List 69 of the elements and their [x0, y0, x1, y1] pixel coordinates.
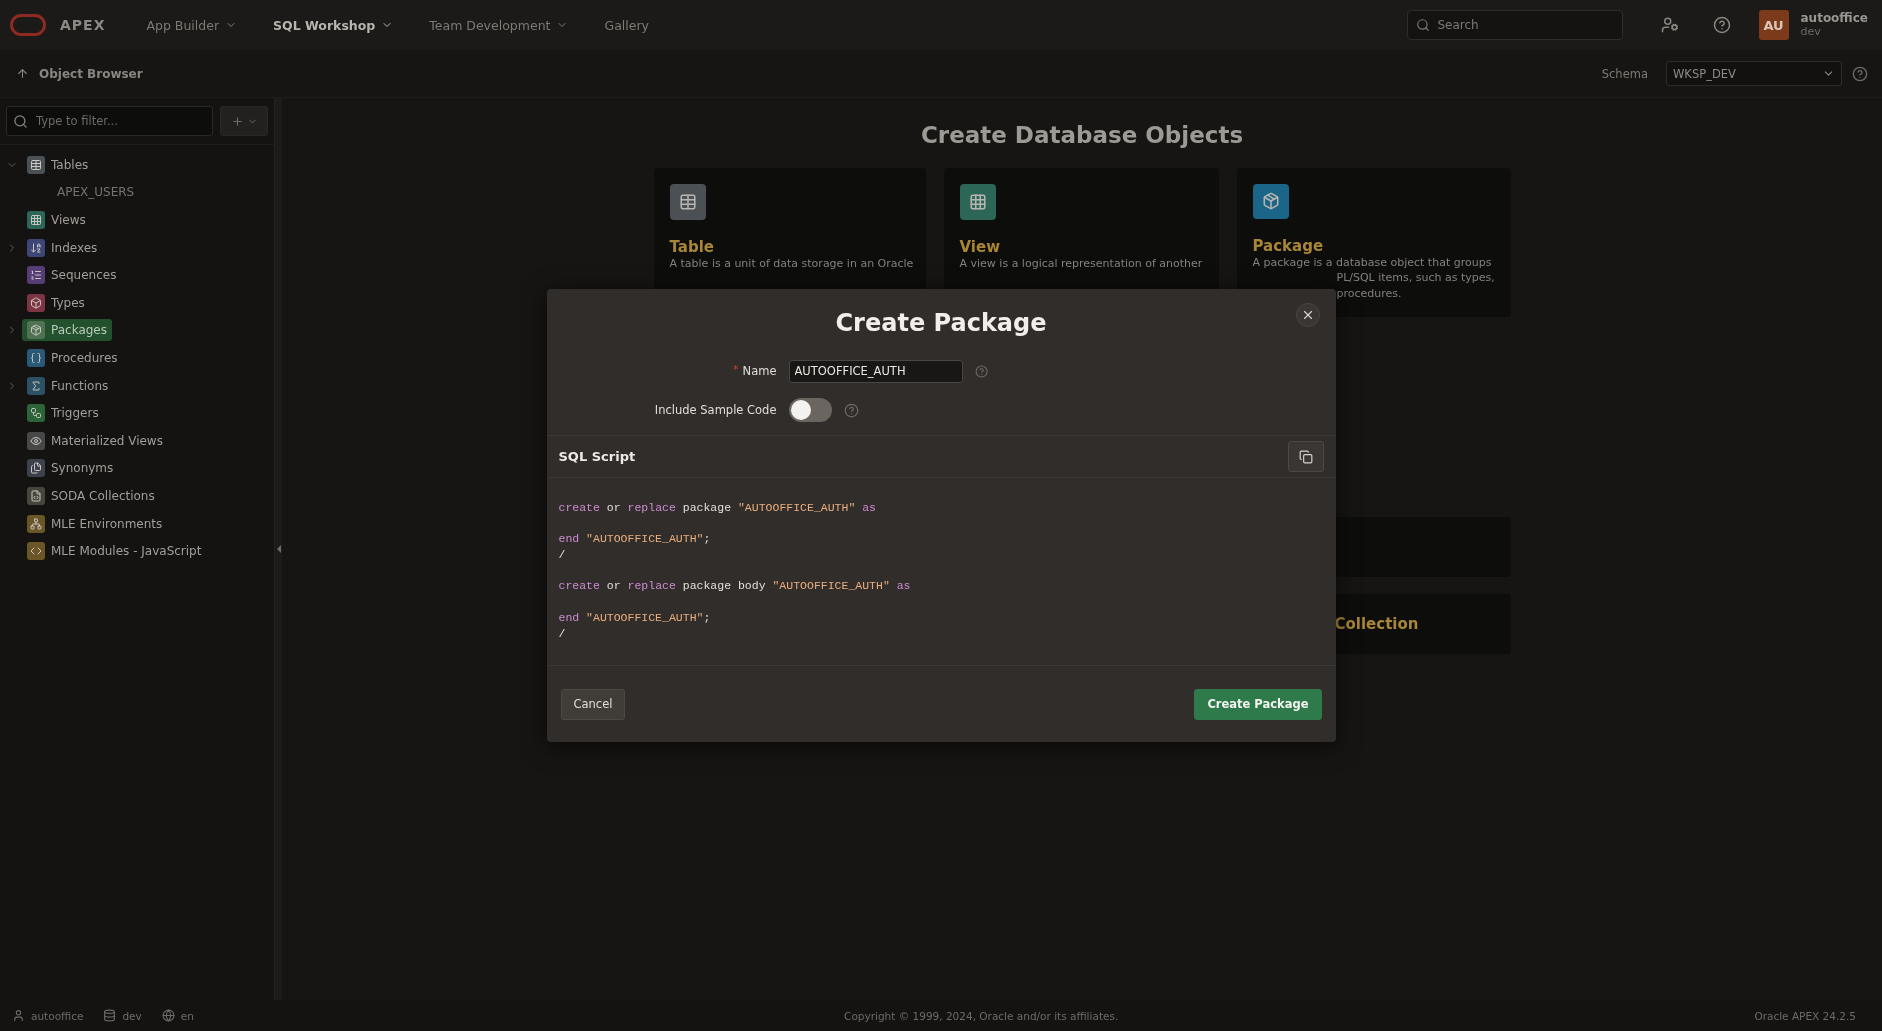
nav-menu[interactable]: Gallery — [589, 17, 664, 33]
database-icon — [103, 1009, 117, 1022]
tree-item[interactable]: Synonyms — [22, 457, 119, 480]
user-avatar[interactable]: AU — [1758, 10, 1789, 40]
card-description: A view is a logical representation of another — [959, 256, 1203, 272]
main-title: Create Database Objects — [920, 122, 1244, 148]
card-title: View — [959, 238, 1002, 256]
footer-language[interactable]: en — [180, 1009, 194, 1022]
card-description: A package is a database object that groups — [1252, 254, 1492, 270]
tree-item[interactable]: Functions — [22, 374, 114, 397]
plus-icon — [230, 114, 244, 128]
page-title: Object Browser — [39, 66, 143, 81]
card-description: procedures. — [1336, 285, 1402, 301]
footer-user: autooffice — [31, 1009, 84, 1022]
tree-item[interactable]: Sequences — [22, 264, 122, 287]
filter-field[interactable]: Type to filter... — [6, 106, 213, 136]
tree-item[interactable]: Views — [22, 209, 91, 231]
card-description: A table is a unit of data storage in an Oracle — [669, 256, 914, 272]
filter-input[interactable]: Type to filter... — [34, 113, 184, 129]
copy-button[interactable] — [1287, 441, 1324, 472]
tree-item[interactable]: MLE Environments — [22, 512, 168, 535]
nav-menu[interactable]: App Builder — [131, 17, 253, 33]
user-name: autooffice — [1800, 11, 1868, 26]
toggle-switch[interactable] — [788, 398, 832, 422]
section-title: SQL Script — [558, 449, 636, 464]
tree-item[interactable]: Indexes — [22, 236, 103, 259]
copyright-text: Copyright © 1999, 2024, Oracle and/or its affiliates. — [844, 1009, 1119, 1022]
help-icon[interactable] — [843, 402, 859, 418]
nav-menu[interactable]: SQL Workshop — [258, 17, 409, 33]
arrow-up-icon[interactable] — [16, 67, 29, 80]
search-icon — [1415, 18, 1430, 32]
brand-name: APEX — [60, 17, 106, 33]
card-title: Table — [669, 238, 715, 256]
card-description: PL/SQL items, such as types, — [1336, 270, 1495, 286]
tree-item[interactable]: Types — [22, 291, 90, 314]
tree-item[interactable]: SODA Collections — [22, 484, 160, 507]
copy-icon — [1298, 449, 1313, 464]
nav-menu[interactable]: Team Development — [414, 17, 584, 33]
close-button[interactable] — [1295, 303, 1320, 327]
help-icon[interactable] — [1852, 65, 1868, 82]
help-icon[interactable] — [975, 363, 989, 379]
tree-item[interactable]: Triggers — [22, 402, 104, 425]
create-button[interactable]: Create Package — [1194, 688, 1322, 720]
card-title: Collection — [1333, 615, 1420, 633]
user-icon — [12, 1009, 25, 1022]
footer-workspace: dev — [122, 1009, 142, 1022]
field-label: Name — [742, 364, 777, 378]
code-editor[interactable]: create or replace package "AUTOOFFICE_AUTH" as end "AUTOOFFICE_AUTH"; / create or replace package body "AUTOOFFICE_AUTH" as end "AUTOOFFICE_AUTH"; / — [546, 478, 1336, 666]
object-card[interactable]: Package A package is a database object that groups PL/SQL items, such as types, procedures. — [1236, 168, 1511, 317]
tree-item[interactable]: Materialized Views — [22, 429, 168, 452]
required-mark: * — [733, 364, 739, 375]
tree-item[interactable]: Packages — [22, 319, 112, 342]
tree-item[interactable]: MLE Modules - JavaScript — [22, 540, 207, 563]
search-input[interactable]: Search — [1435, 17, 1606, 33]
name-input[interactable]: AUTOOFFICE_AUTH — [788, 359, 964, 383]
tree-item[interactable]: Procedures — [22, 346, 123, 369]
search-field[interactable]: Search — [1406, 10, 1623, 40]
globe-icon — [161, 1009, 175, 1022]
schema-select[interactable]: WKSP_DEV — [1666, 61, 1842, 86]
card-title: Package — [1252, 236, 1325, 255]
tree-item[interactable]: APEX_USERS — [52, 181, 140, 204]
tree-item[interactable]: Tables — [22, 153, 94, 176]
logo-icon[interactable] — [10, 14, 46, 36]
workspace-name: dev — [1800, 25, 1822, 39]
schema-label: Schema — [1601, 66, 1648, 81]
version-text: Oracle APEX 24.2.5 — [1754, 1009, 1856, 1022]
field-label: Include Sample Code — [654, 403, 777, 417]
search-icon — [13, 113, 28, 129]
cancel-button[interactable]: Cancel — [560, 688, 626, 720]
